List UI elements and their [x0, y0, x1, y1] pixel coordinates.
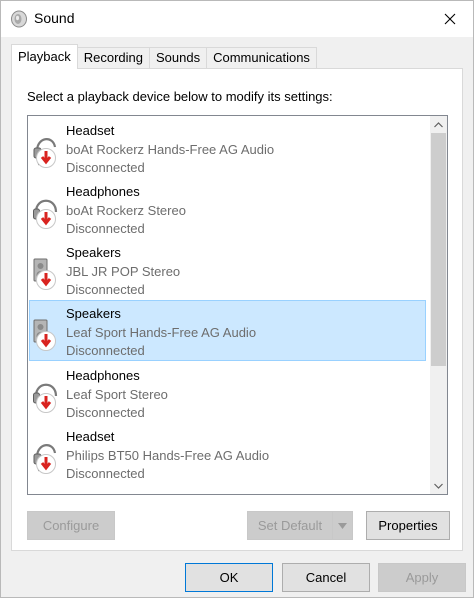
device-name: Speakers — [66, 306, 121, 321]
device-item-headset-boat[interactable]: Headset boAt Rockerz Hands-Free AG Audio… — [29, 117, 426, 178]
speakers-icon — [33, 319, 56, 351]
device-description: Philips BT50 Hands-Free AG Audio — [66, 448, 270, 463]
sound-dialog: Sound Playback Recording Sounds Communic… — [0, 0, 474, 598]
headset-icon — [33, 444, 57, 474]
configure-button[interactable]: Configure — [27, 511, 115, 540]
chevron-up-icon — [434, 121, 443, 127]
ok-button[interactable]: OK — [185, 563, 273, 592]
properties-button[interactable]: Properties — [366, 511, 450, 540]
tab-playback[interactable]: Playback — [11, 44, 78, 69]
device-item-speakers-jbl[interactable]: Speakers JBL JR POP Stereo Disconnected — [29, 239, 426, 300]
device-name: Headset — [66, 123, 115, 138]
tab-strip: Playback Recording Sounds Communications — [11, 44, 317, 69]
device-description: Leaf Sport Hands-Free AG Audio — [66, 325, 257, 340]
scroll-down-button[interactable] — [430, 477, 447, 494]
headphones-icon — [33, 199, 58, 229]
device-name: Headset — [66, 429, 115, 444]
speaker-icon — [11, 10, 27, 28]
device-description: JBL JR POP Stereo — [66, 264, 181, 279]
device-list[interactable]: Headset boAt Rockerz Hands-Free AG Audio… — [27, 115, 448, 495]
device-status: Disconnected — [66, 466, 145, 481]
headset-icon — [33, 138, 57, 168]
cancel-button[interactable]: Cancel — [282, 563, 370, 592]
vertical-scrollbar[interactable] — [430, 116, 447, 494]
close-icon — [444, 13, 456, 25]
device-status: Disconnected — [66, 282, 145, 297]
device-name: Headphones — [66, 368, 140, 383]
device-name: Headphones — [66, 184, 140, 199]
device-item-headset-philips[interactable]: Headset Philips BT50 Hands-Free AG Audio… — [29, 423, 426, 484]
tab-communications[interactable]: Communications — [206, 47, 317, 69]
scroll-up-button[interactable] — [430, 116, 447, 133]
close-button[interactable] — [427, 1, 473, 37]
device-item-speakers-leaf-sport[interactable]: Speakers Leaf Sport Hands-Free AG Audio … — [29, 300, 426, 361]
device-description: Leaf Sport Stereo — [66, 387, 168, 402]
set-default-button[interactable]: Set Default — [247, 511, 333, 540]
device-status: Disconnected — [66, 405, 145, 420]
device-name: Speakers — [66, 245, 121, 260]
chevron-down-icon — [434, 483, 443, 489]
title-bar[interactable]: Sound — [1, 1, 473, 37]
set-default-dropdown-button[interactable] — [332, 511, 353, 540]
apply-button[interactable]: Apply — [378, 563, 466, 592]
chevron-down-icon — [338, 522, 347, 529]
speakers-icon — [33, 258, 56, 290]
playback-panel: Select a playback device below to modify… — [11, 68, 463, 551]
device-status: Disconnected — [66, 343, 145, 358]
device-status: Disconnected — [66, 221, 145, 236]
device-status: Disconnected — [66, 160, 145, 175]
scroll-thumb[interactable] — [431, 133, 446, 366]
tab-sounds[interactable]: Sounds — [149, 47, 208, 69]
window-title: Sound — [34, 10, 75, 26]
device-description: boAt Rockerz Stereo — [66, 203, 186, 218]
device-item-headphones-boat[interactable]: Headphones boAt Rockerz Stereo Disconnec… — [29, 178, 426, 239]
device-description: boAt Rockerz Hands-Free AG Audio — [66, 142, 275, 157]
instruction-text: Select a playback device below to modify… — [27, 89, 333, 104]
device-item-headphones-leaf-sport[interactable]: Headphones Leaf Sport Stereo Disconnecte… — [29, 362, 426, 423]
headphones-icon — [33, 383, 58, 413]
tab-recording[interactable]: Recording — [76, 47, 151, 69]
